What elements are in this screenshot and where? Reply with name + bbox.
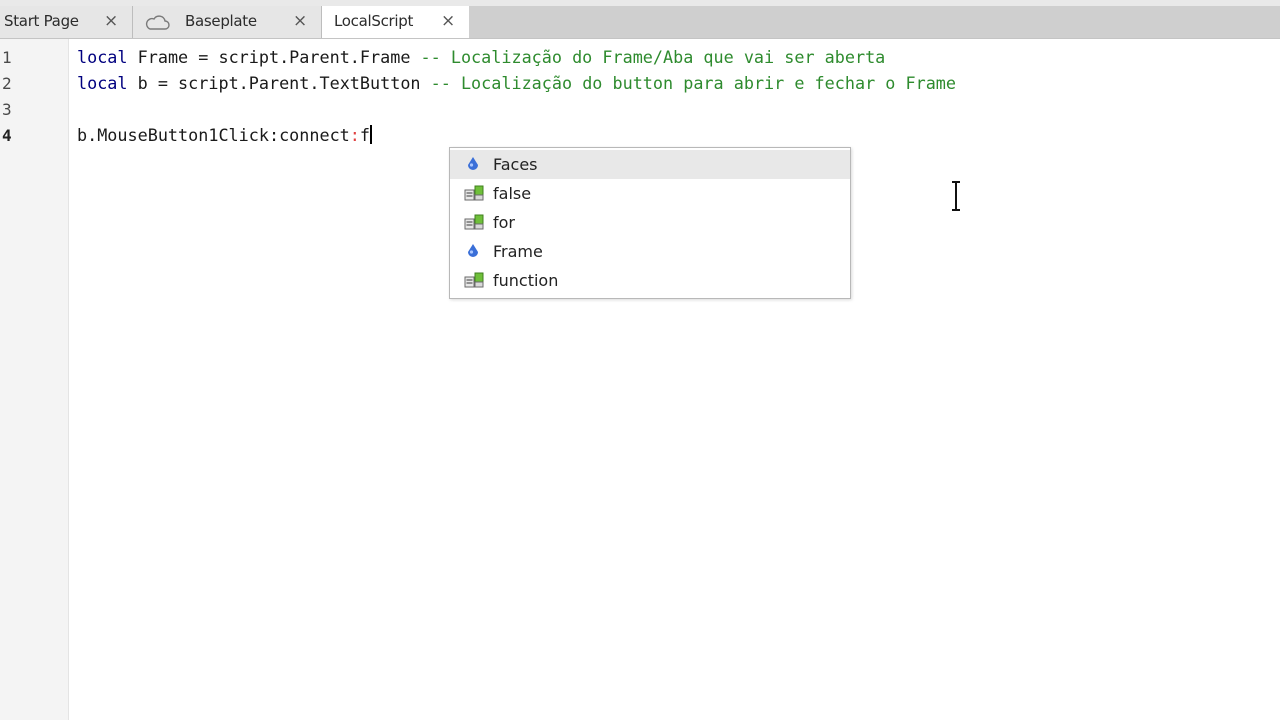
autocomplete-label: false — [493, 184, 532, 203]
autocomplete-item[interactable]: Faces — [450, 150, 850, 179]
autocomplete-item[interactable]: false — [450, 179, 850, 208]
line-number: 1 — [2, 48, 12, 67]
keyword-icon — [464, 272, 484, 288]
code-line-1[interactable]: local Frame = script.Parent.Frame -- Loc… — [77, 47, 885, 67]
tab-baseplate[interactable]: Baseplate × — [133, 6, 322, 38]
property-icon — [468, 244, 478, 257]
code-token: b = script.Parent.TextButton — [127, 73, 431, 93]
tab-label: Baseplate — [185, 12, 257, 30]
autocomplete-label: function — [493, 271, 559, 290]
close-icon[interactable]: × — [104, 12, 118, 30]
tab-localscript[interactable]: LocalScript × — [322, 6, 470, 38]
error-token: : — [349, 125, 360, 145]
code-line-4[interactable]: b.MouseButton1Click:connect:f — [77, 125, 373, 145]
code-token: Frame = script.Parent.Frame — [127, 47, 421, 67]
line-number-current: 4 — [2, 126, 12, 145]
autocomplete-item[interactable]: function — [450, 266, 850, 295]
keyword-token: local — [77, 73, 128, 93]
property-icon — [468, 157, 478, 170]
text-caret — [370, 125, 373, 144]
tab-bar: Start Page × Baseplate × LocalScript × — [0, 6, 1280, 39]
line-number: 3 — [2, 100, 12, 119]
typed-token: f — [359, 125, 371, 145]
tab-label: Start Page — [4, 12, 79, 30]
autocomplete-item[interactable]: for — [450, 208, 850, 237]
autocomplete-label: Faces — [493, 155, 538, 174]
code-line-2[interactable]: local b = script.Parent.TextButton -- Lo… — [77, 73, 956, 93]
autocomplete-popup: Faces false for Frame function — [449, 147, 851, 299]
tab-start-page[interactable]: Start Page × — [0, 6, 133, 38]
ibeam-cursor-icon — [952, 181, 960, 211]
comment-token: -- Localização do button para abrir e fe… — [430, 73, 957, 93]
close-icon[interactable]: × — [441, 12, 455, 30]
keyword-token: local — [77, 47, 128, 67]
keyword-icon — [464, 214, 484, 230]
tab-label: LocalScript — [334, 12, 414, 30]
line-number-gutter: 1 2 3 4 — [0, 39, 69, 720]
code-token: b.MouseButton1Click:connect — [77, 125, 350, 145]
autocomplete-item[interactable]: Frame — [450, 237, 850, 266]
close-icon[interactable]: × — [293, 12, 307, 30]
line-number: 2 — [2, 74, 12, 93]
cloud-icon — [145, 15, 170, 30]
autocomplete-label: Frame — [493, 242, 543, 261]
comment-token: -- Localização do Frame/Aba que vai ser … — [420, 47, 886, 67]
keyword-icon — [464, 185, 484, 201]
autocomplete-label: for — [493, 213, 515, 232]
